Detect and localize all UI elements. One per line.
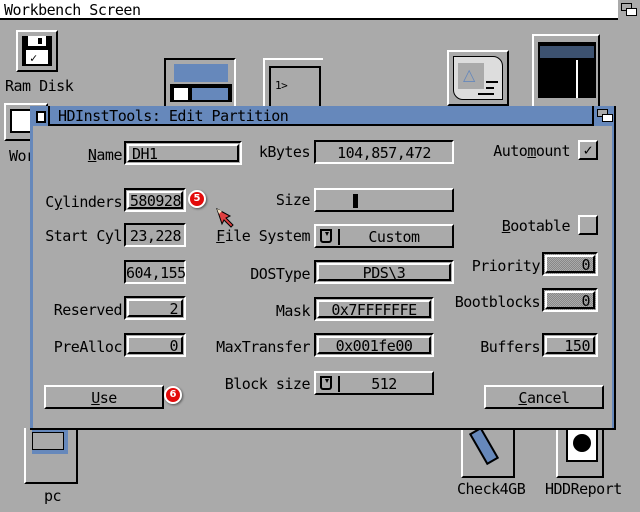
desktop-icon-display[interactable]: [532, 34, 600, 106]
cylinders-label: Cylinders: [45, 193, 122, 211]
block-size-label: Block size: [224, 375, 311, 393]
bootable-label: Bootable: [501, 217, 571, 235]
kbytes-value: 104,857,472: [314, 140, 454, 164]
buffers-label: Buffers: [480, 338, 540, 356]
window-title-bar[interactable]: HDInstTools: Edit Partition: [30, 106, 614, 126]
pc-label: pc: [44, 487, 62, 505]
desktop-icon-prefs[interactable]: [164, 58, 236, 106]
size-slider[interactable]: [314, 188, 454, 212]
desktop-icon-hdtoolbox[interactable]: △: [447, 50, 509, 106]
dostype-label: DOSType: [250, 265, 310, 283]
end-cyl-value: 604,155: [124, 260, 186, 284]
prealloc-input[interactable]: 0: [124, 333, 186, 357]
prealloc-label: PreAlloc: [53, 338, 123, 356]
bootblocks-input[interactable]: 0: [542, 288, 598, 312]
screen-title: Workbench Screen: [4, 1, 141, 19]
shell-icon: 1>: [269, 66, 321, 108]
screen-depth-gadget[interactable]: [618, 0, 640, 20]
depth-front-icon: [602, 114, 613, 122]
cycle-icon: [320, 229, 332, 243]
size-label: Size: [275, 191, 311, 209]
bootblocks-label: Bootblocks: [454, 293, 541, 311]
hdtoolbox-icon: △: [453, 56, 503, 100]
block-size-cycle[interactable]: 512: [314, 371, 434, 395]
use-button[interactable]: Use: [44, 385, 164, 409]
desktop-icon-pc[interactable]: [24, 428, 78, 484]
start-cyl-value: 23,228: [124, 223, 186, 247]
prefs-icon: [174, 64, 228, 82]
mouse-pointer-icon: [216, 208, 234, 228]
display-icon: [538, 42, 596, 102]
reserved-input[interactable]: 2: [124, 296, 186, 320]
window-depth-gadget[interactable]: [592, 106, 614, 126]
maxtransfer-label: MaxTransfer: [216, 338, 310, 356]
kbytes-label: kBytes: [258, 143, 311, 161]
name-label: Name: [87, 146, 123, 164]
window-right-border: [612, 126, 614, 428]
desktop-icon-ram-disk[interactable]: ✓: [14, 30, 60, 76]
cycle-icon: [320, 376, 332, 390]
step-5-badge: 5: [188, 190, 206, 208]
check4gb-icon: [468, 426, 500, 466]
edit-partition-window: HDInstTools: Edit Partition Name DH1 Cyl…: [30, 106, 616, 430]
file-system-cycle[interactable]: Custom: [314, 224, 454, 248]
screen-title-bar: Workbench Screen: [0, 0, 640, 20]
mask-label: Mask: [275, 302, 311, 320]
priority-input[interactable]: 0: [542, 252, 598, 276]
name-input[interactable]: DH1: [124, 141, 242, 165]
step-6-badge: 6: [164, 386, 182, 404]
window-left-border: [30, 126, 33, 428]
depth-front-icon: [626, 8, 637, 16]
start-cyl-label: Start Cyl: [45, 227, 122, 245]
reserved-label: Reserved: [53, 301, 123, 319]
size-slider-knob[interactable]: [353, 194, 358, 208]
automount-checkbox[interactable]: ✓: [578, 140, 598, 160]
ram-disk-label: Ram Disk: [5, 77, 74, 95]
priority-label: Priority: [471, 257, 541, 275]
close-icon[interactable]: [30, 106, 50, 126]
ram-disk-icon: ✓: [16, 30, 58, 72]
automount-label: Automount: [493, 142, 570, 160]
check4gb-label: Check4GB: [457, 480, 526, 498]
maxtransfer-input[interactable]: 0x001fe00: [314, 333, 434, 357]
dostype-input[interactable]: PDS\3: [314, 260, 454, 284]
check-icon: ✓: [583, 141, 593, 159]
file-system-label: File System: [216, 227, 310, 245]
desktop-icon-hddreport[interactable]: [556, 428, 604, 478]
desktop-icon-shell[interactable]: 1>: [263, 58, 323, 108]
hddreport-icon: [566, 428, 598, 462]
buffers-input[interactable]: 150: [542, 333, 598, 357]
mask-input[interactable]: 0x7FFFFFFE: [314, 297, 434, 321]
bootable-checkbox[interactable]: [578, 215, 598, 235]
hddreport-label: HDDReport: [545, 480, 622, 498]
cancel-button[interactable]: Cancel: [484, 385, 604, 409]
window-title: HDInstTools: Edit Partition: [58, 107, 289, 125]
cylinders-input[interactable]: 580928: [124, 188, 186, 212]
pc-drawer-icon: [32, 428, 68, 454]
desktop-icon-check4gb[interactable]: [461, 426, 515, 478]
